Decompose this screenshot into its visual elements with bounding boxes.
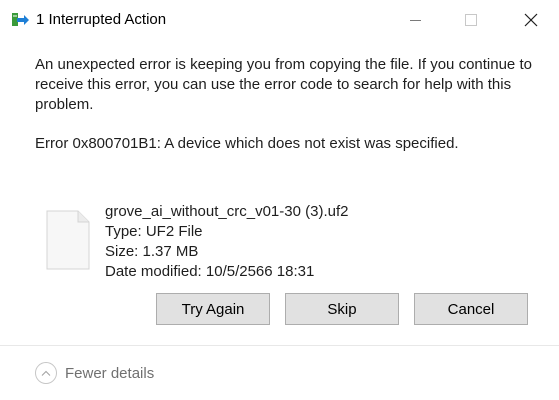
close-button[interactable] bbox=[508, 0, 554, 40]
error-code-text: Error 0x800701B1: A device which does no… bbox=[35, 135, 459, 152]
maximize-icon bbox=[465, 14, 477, 26]
try-again-button[interactable]: Try Again bbox=[156, 293, 270, 325]
cancel-button[interactable]: Cancel bbox=[414, 293, 528, 325]
fewer-details-toggle[interactable]: Fewer details bbox=[35, 362, 154, 384]
minimize-button[interactable] bbox=[393, 0, 439, 40]
file-size: Size: 1.37 MB bbox=[105, 243, 199, 260]
file-type: Type: UF2 File bbox=[105, 223, 203, 240]
dialog-footer: Fewer details bbox=[0, 346, 559, 400]
fewer-details-label: Fewer details bbox=[65, 364, 155, 382]
copy-app-icon bbox=[12, 12, 30, 28]
file-name: grove_ai_without_crc_v01-30 (3).uf2 bbox=[105, 203, 349, 220]
title-bar[interactable]: 1 Interrupted Action bbox=[0, 0, 559, 40]
file-date-modified: Date modified: 10/5/2566 18:31 bbox=[105, 263, 315, 280]
window-title: 1 Interrupted Action bbox=[36, 11, 167, 28]
close-icon bbox=[524, 13, 538, 27]
error-description: An unexpected error is keeping you from … bbox=[35, 56, 532, 113]
chevron-up-icon bbox=[35, 362, 57, 384]
interrupted-action-dialog: 1 Interrupted Action An unexpected error… bbox=[0, 0, 559, 400]
document-icon bbox=[44, 210, 90, 270]
minimize-icon bbox=[410, 20, 421, 21]
maximize-button[interactable] bbox=[448, 0, 494, 40]
skip-button[interactable]: Skip bbox=[285, 293, 399, 325]
file-details: grove_ai_without_crc_v01-30 (3).uf2 Type… bbox=[105, 202, 348, 282]
